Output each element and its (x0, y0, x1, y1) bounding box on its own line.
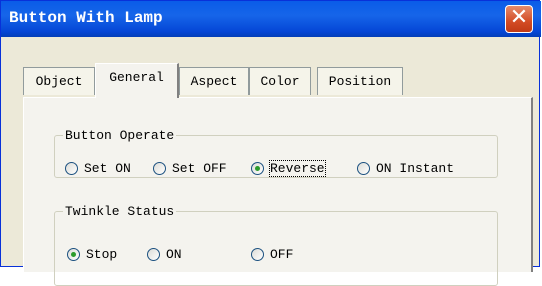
radio-on-instant[interactable]: ON Instant (357, 159, 454, 177)
tab-position[interactable]: Position (317, 67, 403, 95)
general-tab-panel: Button Operate Set ON Set OFF Reverse ON… (23, 97, 533, 286)
radio-label: Stop (86, 246, 118, 262)
radio-icon (153, 161, 166, 175)
radio-icon (147, 247, 160, 261)
radio-on[interactable]: ON (147, 245, 182, 263)
radio-label: Reverse (269, 159, 326, 177)
tab-aspect[interactable]: Aspect (179, 67, 249, 95)
button-operate-group: Button Operate Set ON Set OFF Reverse ON… (54, 128, 498, 178)
tab-object[interactable]: Object (23, 67, 95, 95)
radio-reverse[interactable]: Reverse (251, 159, 326, 177)
button-operate-legend: Button Operate (65, 128, 175, 143)
close-icon: ✕ (509, 5, 529, 30)
radio-selected-icon (67, 247, 80, 261)
radio-stop[interactable]: Stop (67, 245, 117, 263)
dialog-window: Button With Lamp ✕ Object General Aspect… (0, 0, 541, 286)
radio-icon (65, 161, 78, 175)
radio-icon (251, 247, 264, 261)
radio-set-on[interactable]: Set ON (65, 159, 131, 177)
twinkle-status-group: Twinkle Status Stop ON OFF (54, 204, 498, 286)
title-bar[interactable]: Button With Lamp ✕ (1, 1, 541, 37)
radio-label: ON (166, 246, 182, 262)
radio-label: Set OFF (172, 160, 227, 176)
window-title: Button With Lamp (9, 9, 163, 27)
tab-general[interactable]: General (95, 63, 179, 98)
radio-icon (357, 161, 370, 175)
radio-off[interactable]: OFF (251, 245, 293, 263)
tab-color[interactable]: Color (249, 67, 311, 95)
radio-label: ON Instant (376, 160, 455, 176)
radio-selected-icon (251, 161, 264, 175)
radio-label: OFF (270, 246, 294, 262)
radio-label: Set ON (84, 160, 131, 176)
close-button[interactable]: ✕ (505, 5, 533, 33)
radio-set-off[interactable]: Set OFF (153, 159, 227, 177)
twinkle-status-legend: Twinkle Status (65, 204, 175, 219)
